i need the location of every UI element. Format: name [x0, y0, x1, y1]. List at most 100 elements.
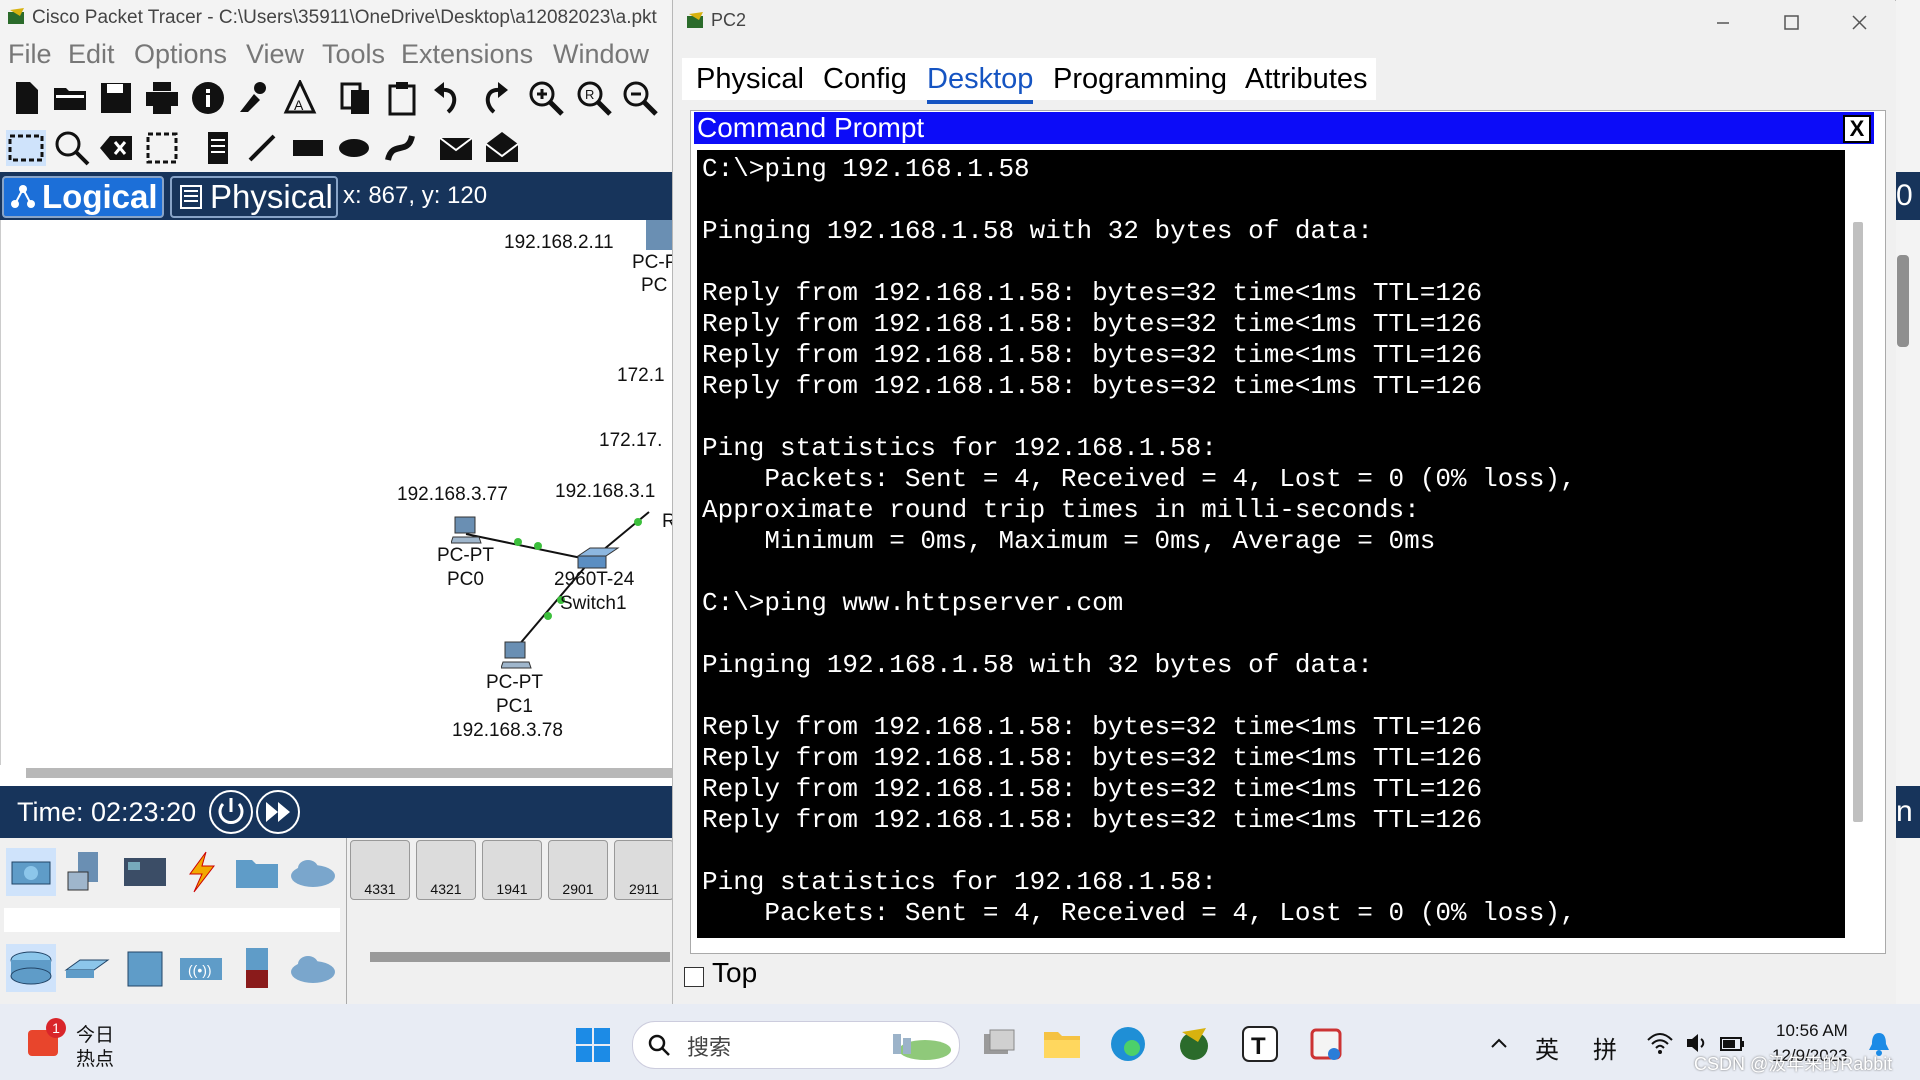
tab-programming[interactable]: Programming — [1053, 58, 1227, 100]
terminal-line: Ping statistics for 192.168.1.58: — [702, 867, 1217, 897]
menu-view[interactable]: View — [246, 36, 304, 72]
router-model-4331[interactable]: 4331 — [350, 840, 410, 900]
top-checkbox[interactable] — [684, 967, 704, 987]
zoom-out-icon[interactable] — [622, 80, 658, 116]
add-simple-pdu-icon[interactable] — [438, 130, 474, 166]
close-window-button[interactable] — [1837, 6, 1881, 38]
router-model-4321[interactable]: 4321 — [416, 840, 476, 900]
new-file-icon[interactable] — [8, 80, 44, 116]
inspect-icon[interactable] — [54, 130, 90, 166]
task-view-icon[interactable] — [978, 1026, 1018, 1062]
draw-ellipse-icon[interactable] — [336, 130, 372, 166]
wireless-category-icon[interactable]: ((•)) — [176, 944, 226, 992]
menu-window[interactable]: Window — [553, 36, 649, 72]
svg-text:T: T — [1251, 1033, 1266, 1060]
wifi-icon[interactable] — [1646, 1030, 1674, 1056]
background-vertical-scrollbar[interactable] — [1897, 255, 1909, 347]
save-icon[interactable] — [98, 80, 134, 116]
power-cycle-icon — [218, 798, 244, 824]
select-icon[interactable] — [6, 130, 46, 166]
link-ip-label-b: 172.17. — [599, 430, 663, 451]
switches-category-icon[interactable] — [62, 944, 112, 992]
maximize-button[interactable] — [1769, 6, 1813, 38]
terminal-line: Reply from 192.168.1.58: bytes=32 time<1… — [702, 371, 1483, 401]
menu-tools[interactable]: Tools — [322, 36, 385, 72]
place-note-icon[interactable] — [200, 130, 236, 166]
pc0-ip-label: 192.168.3.77 — [397, 484, 508, 505]
zoom-in-icon[interactable] — [528, 80, 564, 116]
menu-file[interactable]: File — [8, 36, 52, 72]
pc1-icon[interactable] — [501, 640, 533, 670]
edge-browser-icon[interactable] — [1108, 1024, 1148, 1064]
activity-wizard-icon[interactable] — [236, 80, 272, 116]
close-icon — [1852, 15, 1867, 30]
undo-icon[interactable] — [430, 80, 466, 116]
menu-options[interactable]: Options — [134, 36, 227, 72]
ime-mode-indicator[interactable]: 拼 — [1593, 1030, 1617, 1065]
menu-edit[interactable]: Edit — [68, 36, 115, 72]
show-hidden-icons-chevron-icon[interactable] — [1488, 1032, 1510, 1054]
command-prompt-close-button[interactable]: X — [1843, 115, 1871, 143]
miscellaneous-icon[interactable] — [232, 848, 282, 896]
terminal-line: Approximate round trip times in milli-se… — [702, 495, 1420, 525]
pc-top-name-label: PC — [641, 275, 668, 296]
typora-icon[interactable]: T — [1240, 1024, 1280, 1064]
tab-config[interactable]: Config — [823, 58, 907, 100]
network-devices-icon[interactable] — [6, 848, 56, 896]
pc0-icon[interactable] — [451, 515, 483, 545]
start-windows-icon[interactable] — [574, 1026, 612, 1064]
custom-device-icon[interactable]: A — [282, 80, 318, 116]
clock-time[interactable]: 10:56 AM — [1776, 1021, 1848, 1041]
delete-icon[interactable] — [98, 130, 134, 166]
wan-emulation-category-icon[interactable] — [288, 944, 338, 992]
print-icon[interactable] — [144, 80, 180, 116]
terminal-line: Packets: Sent = 4, Received = 4, Lost = … — [702, 898, 1576, 928]
file-explorer-icon[interactable] — [1042, 1026, 1082, 1062]
power-cycle-button[interactable] — [209, 790, 253, 834]
taskbar-search-box[interactable] — [632, 1021, 960, 1069]
physical-view-button[interactable]: Physical — [170, 176, 338, 218]
workspace-horizontal-scrollbar[interactable] — [26, 768, 672, 778]
logical-workspace[interactable]: 192.168.2.11 PC-P PC 172.1 172.17. 192.1… — [0, 220, 677, 765]
multiuser-cloud-icon[interactable] — [288, 848, 338, 896]
end-devices-icon[interactable] — [62, 848, 112, 896]
paste-icon[interactable] — [384, 80, 420, 116]
zoom-reset-icon[interactable]: R — [576, 80, 612, 116]
taskbar — [0, 1004, 1920, 1080]
security-category-icon[interactable] — [232, 944, 282, 992]
resize-shape-icon[interactable] — [144, 130, 180, 166]
redo-icon[interactable] — [476, 80, 512, 116]
news-badge: 1 — [46, 1018, 66, 1038]
minimize-button[interactable] — [1701, 6, 1745, 38]
csdn-watermark: CSDN @汲年来的Rabbit — [1694, 1054, 1893, 1074]
packet-tracer-taskbar-icon[interactable] — [1174, 1024, 1214, 1064]
draw-line-icon[interactable] — [244, 130, 280, 166]
info-icon[interactable] — [190, 80, 226, 116]
menu-extensions[interactable]: Extensions — [401, 36, 533, 72]
logical-view-label: Logical — [42, 178, 158, 215]
router-model-label: 1941 — [496, 881, 528, 897]
snipping-tool-icon[interactable] — [1306, 1024, 1346, 1064]
open-folder-icon[interactable] — [52, 80, 88, 116]
terminal-output[interactable]: C:\>ping 192.168.1.58 Pinging 192.168.1.… — [697, 150, 1845, 938]
router-model-2901[interactable]: 2901 — [548, 840, 608, 900]
add-complex-pdu-icon[interactable] — [484, 130, 520, 166]
connections-icon[interactable] — [176, 848, 226, 896]
routers-category-icon[interactable] — [6, 944, 56, 992]
draw-rectangle-icon[interactable] — [290, 130, 326, 166]
fast-forward-button[interactable] — [256, 790, 300, 834]
router-model-1941[interactable]: 1941 — [482, 840, 542, 900]
hubs-category-icon[interactable] — [120, 944, 170, 992]
tab-attributes[interactable]: Attributes — [1245, 58, 1368, 100]
terminal-scrollbar-thumb[interactable] — [1853, 222, 1863, 822]
tab-desktop[interactable]: Desktop — [927, 58, 1034, 104]
news-line-2: 热点 — [76, 1049, 115, 1070]
freeform-icon[interactable] — [382, 130, 418, 166]
components-icon[interactable] — [120, 848, 170, 896]
logical-view-button[interactable]: Logical — [2, 176, 164, 218]
copy-icon[interactable] — [338, 80, 374, 116]
tab-physical[interactable]: Physical — [696, 58, 804, 100]
ime-language-indicator[interactable]: 英 — [1535, 1030, 1559, 1065]
router-model-2911[interactable]: 2911 — [614, 840, 674, 900]
device-list-scrollbar[interactable] — [370, 952, 670, 962]
